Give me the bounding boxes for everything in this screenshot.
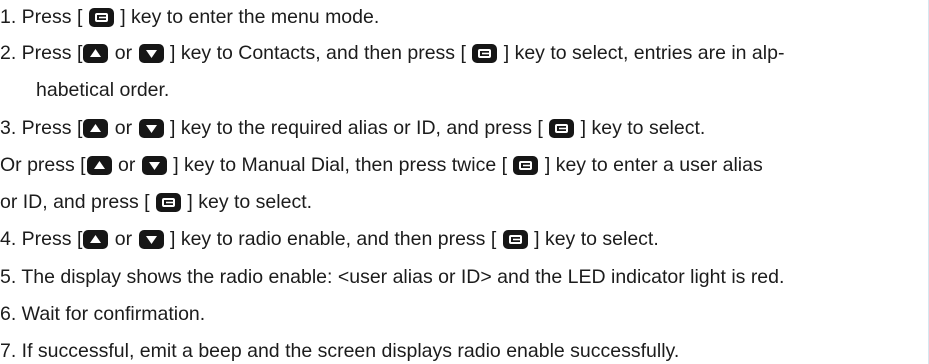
step-2: 2. Press [ or ] key to Contacts, and the…: [0, 40, 784, 66]
down-arrow-key-icon: [138, 230, 164, 249]
menu-key-icon: [472, 44, 498, 63]
step-text: ] key to select, entries are in alp-: [498, 42, 785, 64]
step-text: 7. If successful, emit a beep and the sc…: [0, 340, 680, 362]
step-text: or: [112, 154, 141, 176]
step-5: 5. The display shows the radio enable: <…: [0, 264, 784, 290]
step-text: ] key to select.: [575, 117, 706, 139]
step-text: or: [109, 42, 138, 64]
step-2-continuation: habetical order.: [36, 77, 169, 103]
step-text: ] key to enter the menu mode.: [114, 6, 380, 28]
step-text: 2. Press [: [0, 42, 83, 64]
step-4: 4. Press [ or ] key to radio enable, and…: [0, 226, 659, 252]
step-text: or ID, and press [: [0, 191, 155, 213]
step-text: ] key to select.: [528, 228, 659, 250]
up-arrow-key-icon: [86, 156, 112, 175]
menu-key-icon: [88, 8, 114, 27]
menu-key-icon: [502, 230, 528, 249]
menu-key-icon: [513, 156, 539, 175]
step-text: 3. Press [: [0, 117, 83, 139]
down-arrow-key-icon: [138, 44, 164, 63]
step-text: ] key to radio enable, and then press [: [164, 228, 502, 250]
manual-dial-line: Or press [ or ] key to Manual Dial, then…: [0, 152, 763, 178]
step-text: habetical order.: [36, 79, 170, 101]
up-arrow-key-icon: [83, 119, 109, 138]
step-text: 6. Wait for confirmation.: [0, 303, 206, 325]
step-3: 3. Press [ or ] key to the required alia…: [0, 115, 705, 141]
step-text: or: [109, 228, 138, 250]
step-text: ] key to Contacts, and then press [: [164, 42, 472, 64]
down-arrow-key-icon: [141, 156, 167, 175]
step-6: 6. Wait for confirmation.: [0, 301, 205, 327]
instruction-document: 1. Press [ ] key to enter the menu mode.…: [0, 0, 929, 364]
up-arrow-key-icon: [83, 44, 109, 63]
step-text: ] key to select.: [181, 191, 313, 213]
step-text: 5. The display shows the radio enable: <…: [0, 266, 785, 288]
step-7: 7. If successful, emit a beep and the sc…: [0, 338, 679, 364]
menu-key-icon: [155, 193, 181, 212]
manual-dial-continuation: or ID, and press [ ] key to select.: [0, 189, 312, 215]
step-text: Or press [: [0, 154, 86, 176]
step-text: ] key to enter a user alias: [539, 154, 763, 176]
menu-key-icon: [549, 119, 575, 138]
up-arrow-key-icon: [83, 230, 109, 249]
step-text: ] key to the required alias or ID, and p…: [164, 117, 549, 139]
step-text: ] key to Manual Dial, then press twice [: [167, 154, 513, 176]
step-text: 1. Press [: [0, 6, 88, 28]
step-text: 4. Press [: [0, 228, 83, 250]
step-text: or: [109, 117, 138, 139]
down-arrow-key-icon: [138, 119, 164, 138]
step-1: 1. Press [ ] key to enter the menu mode.: [0, 4, 379, 30]
